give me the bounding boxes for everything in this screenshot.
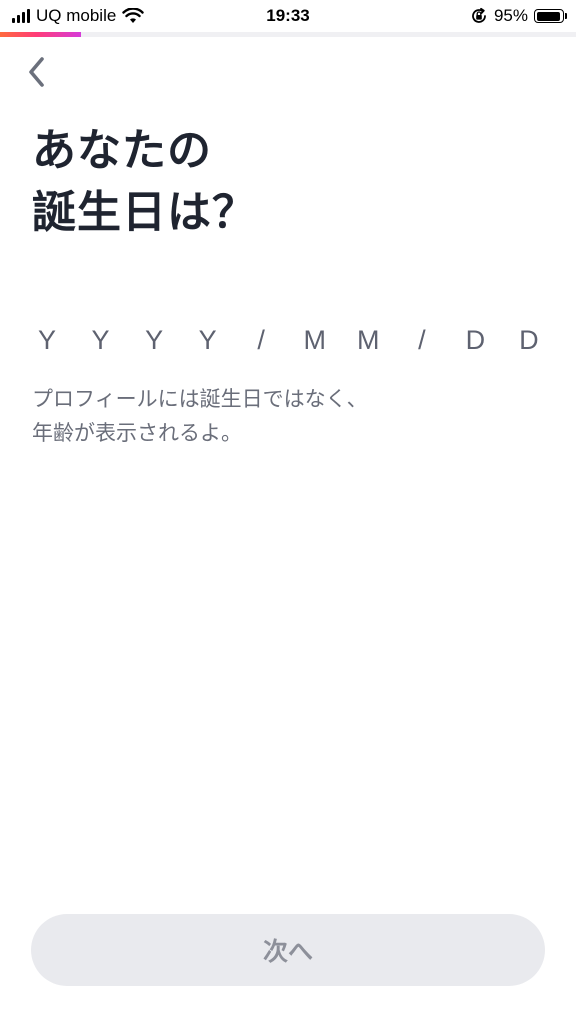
page-title: あなたの 誕生日は？ (32, 120, 542, 244)
battery-level (536, 11, 561, 21)
date-placeholder-char: Y (145, 324, 164, 355)
onboarding-progress (0, 32, 576, 37)
chevron-left-icon (29, 57, 44, 87)
date-separator: / (418, 324, 426, 355)
next-button[interactable]: 次へ (31, 914, 545, 986)
date-placeholder-char: D (519, 324, 539, 355)
battery-icon (534, 9, 567, 23)
date-placeholder-char: Y (37, 324, 56, 355)
status-bar-right: 95% (470, 6, 567, 26)
date-placeholder-char: M (303, 324, 326, 355)
back-button[interactable] (18, 54, 54, 90)
date-placeholder-char: M (357, 324, 380, 355)
signal-icon (12, 9, 30, 23)
carrier-name: UQ mobile (36, 6, 117, 25)
date-separator: / (257, 324, 265, 355)
date-placeholder-char: D (465, 324, 486, 355)
orientation-lock-icon (472, 7, 486, 23)
helper-text-line: プロフィールには誕生日ではなく、 (32, 387, 368, 411)
status-bar-left: UQ mobile (12, 6, 145, 26)
battery-percent: 95% (493, 6, 528, 25)
wifi-icon (122, 8, 145, 23)
birthday-input[interactable]: Y Y Y Y / M M / D D (32, 318, 544, 362)
status-bar: UQ mobile 19:33 95% (0, 0, 576, 32)
page-title-line: 誕生日は？ (32, 187, 257, 238)
page-title-line: あなたの (32, 125, 212, 176)
helper-text-line: 年齢が表示されるよ。 (32, 421, 242, 445)
date-placeholder-char: Y (198, 324, 217, 355)
date-placeholder-char: Y (91, 324, 110, 355)
helper-text: プロフィールには誕生日ではなく、 年齢が表示されるよ。 (32, 382, 544, 450)
progress-fill (0, 32, 81, 37)
